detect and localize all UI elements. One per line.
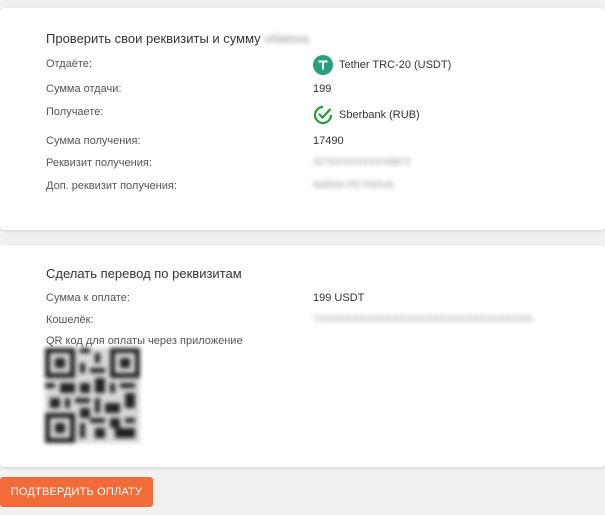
give-amount-value: 199 — [313, 83, 331, 95]
give-amount-text: 199 — [313, 83, 332, 95]
receive-value: Sberbank (RUB) — [313, 105, 420, 125]
receive-amount-value: 17490 — [313, 135, 344, 147]
receive-currency: Sberbank (RUB) — [339, 109, 420, 121]
receive-requisite-label: Реквизит получения: — [46, 157, 152, 169]
qr-code — [45, 348, 140, 443]
wallet-label: Кошелёк: — [46, 314, 94, 326]
pay-amount-text: 199 USDT — [313, 292, 365, 304]
give-value: Tether TRC-20 (USDT) — [313, 55, 451, 75]
give-currency: Tether TRC-20 (USDT) — [339, 59, 452, 71]
receive-requisite-value: 4276XXXXXXXX8872 — [313, 157, 411, 168]
give-label: Отдаёте: — [46, 58, 92, 70]
extra-requisite-text: MARIA PETROVA — [313, 180, 394, 191]
receive-label: Получаете: — [46, 106, 104, 118]
give-amount-label: Сумма отдачи: — [46, 83, 122, 95]
verify-title-hidden: обмена — [264, 31, 310, 46]
transfer-details-card: Сделать перевод по реквизитам Сумма к оп… — [0, 245, 605, 467]
verify-card-title: Проверить свои реквизиты и сумму обмена — [46, 31, 309, 46]
receive-amount-text: 17490 — [313, 135, 344, 147]
receive-requisite-text: 4276XXXXXXXX8872 — [313, 157, 411, 168]
wallet-address[interactable]: TXXXXXXXXXXXXXXXXXXXXXXXXXXXXXXXX — [313, 314, 533, 325]
pay-amount-label: Сумма к оплате: — [46, 292, 130, 304]
sberbank-icon — [313, 105, 333, 125]
pay-amount-value: 199 USDT — [313, 292, 364, 304]
extra-requisite-label: Доп. реквизит получения: — [46, 180, 177, 192]
extra-requisite-value: MARIA PETROVA — [313, 180, 394, 191]
wallet-value[interactable]: TXXXXXXXXXXXXXXXXXXXXXXXXXXXXXXXX — [313, 314, 533, 325]
verify-title-text: Проверить свои реквизиты и сумму — [46, 31, 261, 46]
qr-label: QR код для оплаты через приложение — [46, 335, 243, 347]
tether-icon — [313, 55, 333, 75]
confirm-payment-button[interactable]: ПОДТВЕРДИТЬ ОПЛАТУ — [0, 477, 153, 507]
receive-amount-label: Сумма получения: — [46, 135, 141, 147]
verify-details-card: Проверить свои реквизиты и сумму обмена … — [0, 8, 605, 230]
transfer-card-title: Сделать перевод по реквизитам — [46, 266, 242, 281]
